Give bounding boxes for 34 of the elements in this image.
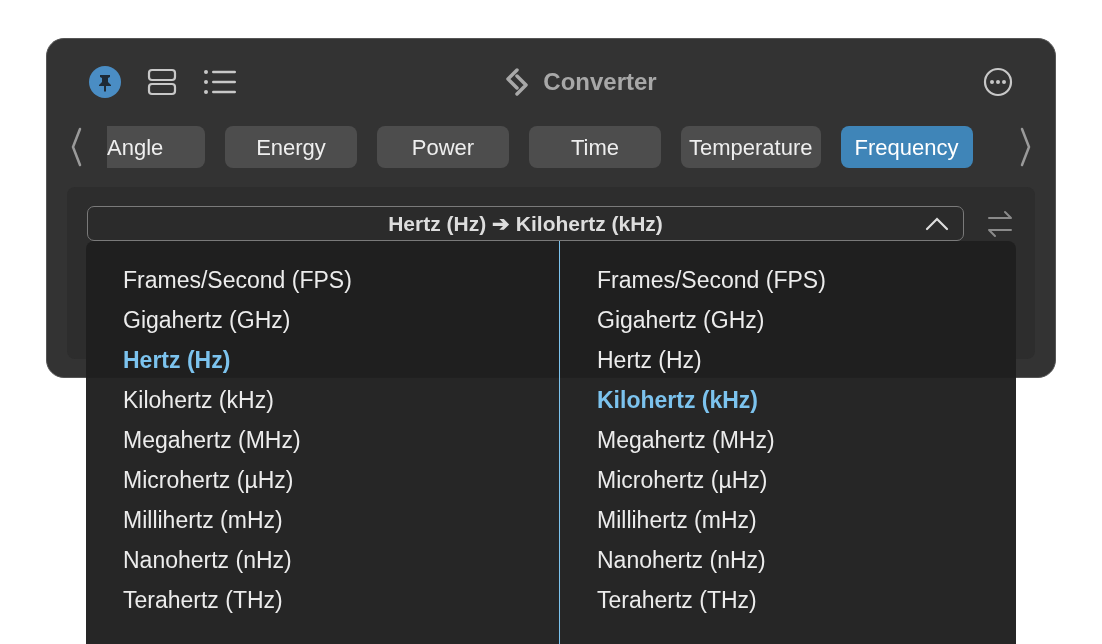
unit-option[interactable]: Gigahertz (GHz)	[123, 303, 291, 337]
list-icon[interactable]	[203, 69, 237, 95]
unit-option[interactable]: Gigahertz (GHz)	[597, 303, 765, 337]
unit-option[interactable]: Megahertz (MHz)	[123, 423, 301, 457]
unit-option[interactable]: Frames/Second (FPS)	[597, 263, 826, 297]
unit-option[interactable]: Terahertz (THz)	[123, 583, 283, 617]
unit-option[interactable]: Nanohertz (nHz)	[123, 543, 292, 577]
unit-option[interactable]: Microhertz (µHz)	[123, 463, 294, 497]
window-title: Converter	[543, 67, 657, 97]
category-tab[interactable]: Power	[377, 126, 509, 168]
unit-option[interactable]: Hertz (Hz)	[597, 343, 702, 377]
unit-option[interactable]: Kilohertz (kHz)	[123, 383, 274, 417]
category-tab[interactable]: Temperature	[681, 126, 821, 168]
unit-option[interactable]: Microhertz (µHz)	[597, 463, 768, 497]
conversion-dropdown[interactable]: Hertz (Hz) ➔ Kilohertz (kHz)	[87, 206, 964, 241]
category-tab[interactable]: Energy	[225, 126, 357, 168]
category-tab[interactable]: Frequency	[840, 126, 973, 168]
unit-option[interactable]: Nanohertz (nHz)	[597, 543, 766, 577]
unit-option[interactable]: Kilohertz (kHz)	[597, 383, 758, 417]
unit-option[interactable]: Millihertz (mHz)	[597, 503, 757, 537]
unit-option[interactable]: Terahertz (THz)	[597, 583, 757, 617]
chevron-right-icon[interactable]	[1019, 127, 1033, 167]
category-tab[interactable]: Angle	[107, 126, 205, 168]
category-tab[interactable]: Time	[529, 126, 661, 168]
unit-option[interactable]: Hertz (Hz)	[123, 343, 231, 377]
swap-icon[interactable]	[986, 208, 1014, 240]
chevron-left-icon[interactable]	[69, 127, 83, 167]
unit-option[interactable]: Frames/Second (FPS)	[123, 263, 352, 297]
chevron-up-icon	[925, 216, 949, 231]
unit-option[interactable]: Millihertz (mHz)	[123, 503, 283, 537]
unit-option[interactable]: Megahertz (MHz)	[597, 423, 775, 457]
layout-icon[interactable]	[147, 68, 177, 96]
pin-icon[interactable]	[89, 66, 121, 98]
more-icon[interactable]	[983, 67, 1013, 97]
